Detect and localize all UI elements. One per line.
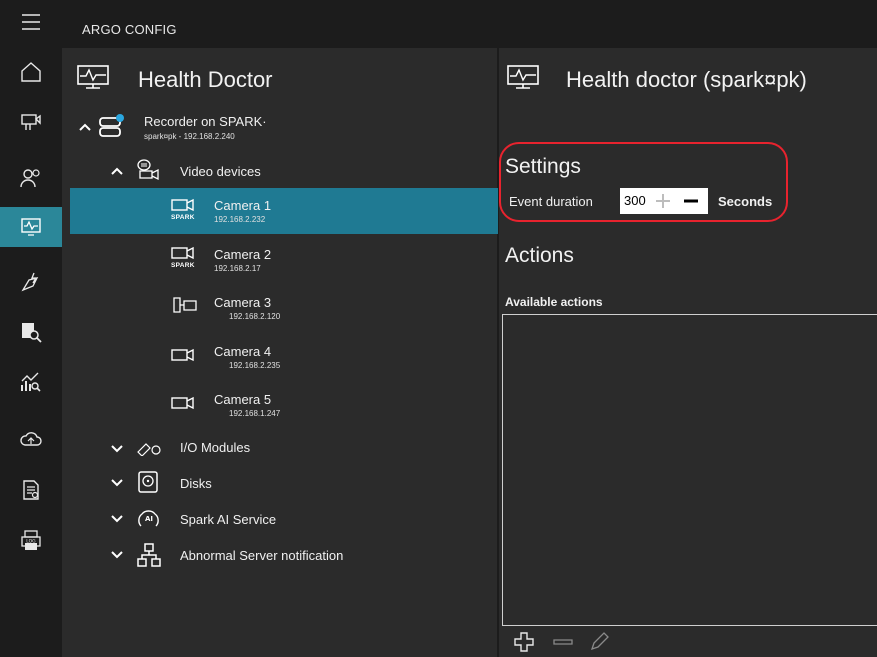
box-camera-icon xyxy=(171,348,194,362)
edit-action-icon[interactable] xyxy=(588,631,610,653)
spark-ai-label: Spark AI Service xyxy=(180,512,277,527)
tree-node-camera-2[interactable]: SPARK Camera 2 192.168.2.17 xyxy=(70,236,498,282)
health-doctor-header-icon xyxy=(76,64,110,97)
left-panel-title: Health Doctor xyxy=(138,67,273,92)
right-panel-title: Health doctor (spark¤pk) xyxy=(566,67,807,92)
available-actions-list[interactable] xyxy=(502,314,877,626)
users-icon[interactable] xyxy=(0,158,62,198)
seconds-unit-label: Seconds xyxy=(718,194,773,209)
chevron-up-icon[interactable] xyxy=(110,164,124,178)
cloud-icon[interactable] xyxy=(0,419,62,459)
svg-text:AI: AI xyxy=(145,515,153,523)
camera-2-name: Camera 2 xyxy=(214,247,272,262)
camera-4-name: Camera 4 xyxy=(214,344,272,359)
camera-3-name: Camera 3 xyxy=(214,295,272,310)
recorder-title: Recorder on SPARK· xyxy=(144,114,267,129)
camera-5-ip: 192.168.1.247 xyxy=(229,409,281,418)
chevron-down-icon[interactable] xyxy=(110,476,124,490)
box-camera-icon xyxy=(171,396,194,410)
devices-icon[interactable] xyxy=(0,102,62,142)
camera-3-ip: 192.168.2.120 xyxy=(229,312,281,321)
tree-node-camera-3[interactable]: Camera 3 192.168.2.120 xyxy=(70,286,498,332)
increment-plus-icon[interactable] xyxy=(654,192,672,210)
event-duration-stepper[interactable]: 300 xyxy=(620,188,708,214)
tree-node-camera-1[interactable]: SPARK Camera 1 192.168.2.232 xyxy=(70,188,498,234)
video-devices-label: Video devices xyxy=(180,164,261,179)
bullet-camera-icon xyxy=(173,297,197,313)
event-duration-label: Event duration xyxy=(509,194,593,209)
tree-node-camera-5[interactable]: Camera 5 192.168.1.247 xyxy=(70,382,498,428)
left-nav-rail: LOG xyxy=(0,0,62,657)
spark-camera-icon xyxy=(171,246,194,260)
chevron-up-icon[interactable] xyxy=(78,120,92,134)
ai-service-icon: AI xyxy=(138,510,159,527)
camera-5-name: Camera 5 xyxy=(214,392,272,407)
alarm-icon[interactable] xyxy=(0,262,62,302)
tree-node-spark-ai[interactable]: AI Spark AI Service xyxy=(70,505,498,533)
video-devices-icon xyxy=(137,159,159,181)
hamburger-menu-icon[interactable] xyxy=(0,2,62,42)
search-person-icon[interactable] xyxy=(0,312,62,352)
camera-1-ip: 192.168.2.232 xyxy=(214,215,266,224)
remove-action-icon[interactable] xyxy=(552,631,574,653)
add-action-icon[interactable] xyxy=(513,631,535,653)
tree-node-recorder[interactable]: Recorder on SPARK· spark¤pk - 192.168.2.… xyxy=(70,108,498,148)
right-panel-header: Health doctor (spark¤pk) xyxy=(506,62,807,98)
analytics-icon[interactable] xyxy=(0,362,62,402)
disks-label: Disks xyxy=(180,476,212,491)
abnormal-server-label: Abnormal Server notification xyxy=(180,548,344,563)
disk-icon xyxy=(138,471,158,493)
svg-text:LOG: LOG xyxy=(26,539,36,545)
home-icon[interactable] xyxy=(0,52,62,92)
settings-heading: Settings xyxy=(505,155,581,178)
health-doctor-icon[interactable] xyxy=(0,207,62,247)
report-icon[interactable] xyxy=(0,470,62,510)
server-icon xyxy=(99,114,124,137)
chevron-down-icon[interactable] xyxy=(110,442,124,456)
io-module-icon xyxy=(137,443,161,456)
camera-1-name: Camera 1 xyxy=(214,198,272,213)
network-icon xyxy=(137,543,161,567)
io-modules-label: I/O Modules xyxy=(180,440,251,455)
tree-node-disks[interactable]: Disks xyxy=(70,468,498,498)
chevron-down-icon[interactable] xyxy=(110,548,124,562)
spark-tag: SPARK xyxy=(171,214,195,221)
tree-node-io-modules[interactable]: I/O Modules xyxy=(70,436,498,462)
log-printer-icon[interactable]: LOG xyxy=(0,521,62,561)
available-actions-label: Available actions xyxy=(505,295,603,309)
health-doctor-header-icon xyxy=(506,64,540,97)
title-bar: ARGO CONFIG xyxy=(62,0,877,48)
spark-camera-icon xyxy=(171,198,194,212)
tree-node-abnormal-server[interactable]: Abnormal Server notification xyxy=(70,540,498,570)
tree-node-video-devices[interactable]: Video devices xyxy=(70,156,498,186)
camera-4-ip: 192.168.2.235 xyxy=(229,361,281,370)
chevron-down-icon[interactable] xyxy=(110,512,124,526)
recorder-subtitle: spark¤pk - 192.168.2.240 xyxy=(144,132,235,141)
left-panel-header: Health Doctor xyxy=(76,62,273,98)
tree-node-camera-4[interactable]: Camera 4 192.168.2.235 xyxy=(70,334,498,380)
camera-2-ip: 192.168.2.17 xyxy=(214,264,261,273)
event-duration-value[interactable]: 300 xyxy=(624,193,646,208)
spark-tag: SPARK xyxy=(171,262,195,269)
app-title: ARGO CONFIG xyxy=(82,22,177,37)
decrement-minus-icon[interactable] xyxy=(682,192,700,210)
actions-heading: Actions xyxy=(505,244,574,267)
